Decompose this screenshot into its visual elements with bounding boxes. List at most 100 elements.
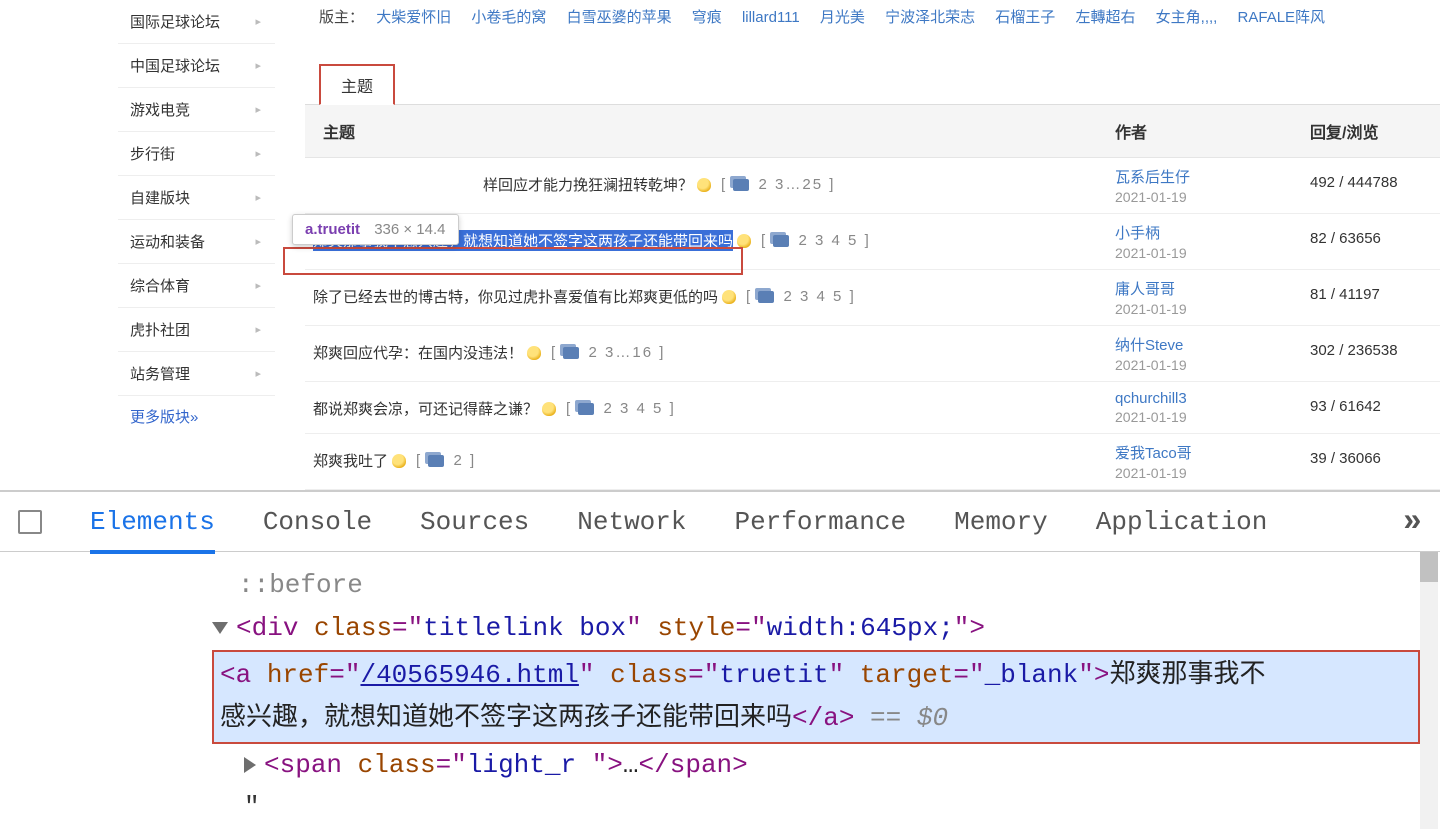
devtools-tab-network[interactable]: Network bbox=[577, 507, 686, 554]
author-link[interactable]: 庸人哥哥 bbox=[1115, 281, 1175, 298]
author-link[interactable]: 小手柄 bbox=[1115, 225, 1160, 242]
page-links[interactable]: [ 2 3…25 ] bbox=[721, 176, 835, 193]
tab-topics[interactable]: 主题 bbox=[319, 64, 395, 105]
moderators-bar: 版主： 大柴爱怀旧 小卷毛的窝 白雪巫婆的苹果 穹痕 lillard111 月光… bbox=[305, 0, 1440, 37]
mod-link[interactable]: lillard111 bbox=[742, 9, 800, 26]
sidebar-item-label: 自建版块 bbox=[130, 187, 190, 208]
author-link[interactable]: 瓦系后生仔 bbox=[1115, 169, 1190, 186]
page-links[interactable]: [ 2 ] bbox=[416, 452, 476, 469]
chevron-right-icon: ▸ bbox=[255, 279, 261, 292]
topic-title-link[interactable]: 样回应才能力挽狂澜扭转乾坤？ bbox=[483, 174, 693, 195]
pages-icon bbox=[563, 347, 579, 359]
sidebar-item-label: 综合体育 bbox=[130, 275, 190, 296]
sidebar-item-label: 虎扑社团 bbox=[130, 319, 190, 340]
post-date: 2021-01-19 bbox=[1115, 465, 1310, 481]
mod-link[interactable]: 石榴王子 bbox=[995, 9, 1055, 26]
author-link[interactable]: 爱我Taco哥 bbox=[1115, 445, 1192, 462]
lightbulb-icon bbox=[737, 234, 751, 248]
topics-table: 主题 作者 回复/浏览 样回应才能力挽狂澜扭转乾坤？ [ 2 3…25 ] 瓦系… bbox=[305, 104, 1440, 490]
dom-node-selected[interactable]: <a href="/40565946.html" class="truetit"… bbox=[212, 650, 1420, 744]
devtools-dom-tree[interactable]: ::before <div class="titlelink box" styl… bbox=[0, 552, 1440, 829]
author-link[interactable]: 纳什Steve bbox=[1115, 337, 1183, 354]
devtools-tab-sources[interactable]: Sources bbox=[420, 507, 529, 554]
topic-title-link[interactable]: 郑爽回应代孕：在国内没违法！ bbox=[313, 342, 523, 363]
sidebar-item-label: 中国足球论坛 bbox=[130, 55, 220, 76]
devtools-tab-performance[interactable]: Performance bbox=[734, 507, 906, 554]
sidebar-item[interactable]: 运动和装备 ▸ bbox=[118, 220, 275, 264]
sidebar-item[interactable]: 综合体育 ▸ bbox=[118, 264, 275, 308]
sidebar-item-label: 游戏电竞 bbox=[130, 99, 190, 120]
lightbulb-icon bbox=[542, 402, 556, 416]
lightbulb-icon bbox=[527, 346, 541, 360]
sidebar-item[interactable]: 步行街▸ bbox=[118, 132, 275, 176]
table-header: 主题 作者 回复/浏览 bbox=[305, 105, 1440, 158]
sidebar-more-link[interactable]: 更多版块» bbox=[118, 396, 275, 437]
mod-link[interactable]: 穹痕 bbox=[692, 9, 722, 26]
sidebar-item[interactable]: 国际足球论坛 ▸ bbox=[118, 0, 275, 44]
mod-link[interactable]: 左轉超右 bbox=[1075, 9, 1135, 26]
mod-link[interactable]: 大柴爱怀旧 bbox=[376, 9, 451, 26]
dom-node[interactable]: <div class="titlelink box" style="width:… bbox=[180, 607, 1420, 650]
dom-node[interactable]: <span class="light_r ">…</span> bbox=[180, 744, 1420, 787]
table-row: 除了已经去世的博古特，你见过虎扑喜爱值有比郑爽更低的吗 [ 2 3 4 5 ] … bbox=[305, 270, 1440, 326]
pages-icon bbox=[578, 403, 594, 415]
pages-icon bbox=[733, 179, 749, 191]
tooltip-dimensions: 336 × 14.4 bbox=[374, 221, 445, 238]
devtools-tab-elements[interactable]: Elements bbox=[90, 507, 215, 554]
sidebar-item[interactable]: 站务管理▸ bbox=[118, 352, 275, 396]
sidebar-item[interactable]: 虎扑社团▸ bbox=[118, 308, 275, 352]
sidebar-item-label: 站务管理 bbox=[130, 363, 190, 384]
chevron-right-icon: ▸ bbox=[255, 15, 261, 28]
mod-link[interactable]: 宁波泽北荣志 bbox=[885, 9, 975, 26]
table-row: 都说郑爽会凉，可还记得薛之谦？ [ 2 3 4 5 ] qchurchill32… bbox=[305, 382, 1440, 434]
sidebar-item[interactable]: 自建版块▸ bbox=[118, 176, 275, 220]
inspect-element-icon[interactable] bbox=[18, 510, 42, 534]
mod-link[interactable]: 小卷毛的窝 bbox=[471, 9, 546, 26]
pages-icon bbox=[773, 235, 789, 247]
post-date: 2021-01-19 bbox=[1115, 245, 1310, 261]
table-row: 样回应才能力挽狂澜扭转乾坤？ [ 2 3…25 ] 瓦系后生仔 2021-01-1… bbox=[305, 158, 1440, 214]
page-links[interactable]: [ 2 3 4 5 ] bbox=[746, 288, 856, 305]
expand-triangle-icon[interactable] bbox=[212, 622, 228, 634]
collapse-triangle-icon[interactable] bbox=[244, 757, 256, 773]
devtools-tab-memory[interactable]: Memory bbox=[954, 507, 1048, 554]
reply-count: 302 / 236538 bbox=[1310, 334, 1440, 359]
topic-title-link[interactable]: 都说郑爽会凉，可还记得薛之谦？ bbox=[313, 398, 538, 419]
post-date: 2021-01-19 bbox=[1115, 189, 1310, 205]
devtools-tab-application[interactable]: Application bbox=[1096, 507, 1268, 554]
inspect-tooltip: a.truetit 336 × 14.4 bbox=[292, 214, 459, 245]
tooltip-selector: a.truetit bbox=[305, 221, 360, 238]
chevron-right-icon: ▸ bbox=[255, 235, 261, 248]
sidebar-item-label: 运动和装备 bbox=[130, 231, 205, 252]
page-links[interactable]: [ 2 3 4 5 ] bbox=[566, 400, 676, 417]
author-link[interactable]: qchurchill3 bbox=[1115, 390, 1187, 407]
lightbulb-icon bbox=[722, 290, 736, 304]
topic-title-link[interactable]: 除了已经去世的博古特，你见过虎扑喜爱值有比郑爽更低的吗 bbox=[313, 286, 718, 307]
mod-link[interactable]: 女主角,,,, bbox=[1156, 9, 1218, 26]
devtools-more-icon[interactable]: » bbox=[1403, 503, 1422, 540]
main-content: 版主： 大柴爱怀旧 小卷毛的窝 白雪巫婆的苹果 穹痕 lillard111 月光… bbox=[275, 0, 1440, 490]
devtools-tab-console[interactable]: Console bbox=[263, 507, 372, 554]
mod-link[interactable]: RAFALE阵风 bbox=[1238, 9, 1326, 26]
pages-icon bbox=[428, 455, 444, 467]
mod-link[interactable]: 白雪巫婆的苹果 bbox=[567, 9, 672, 26]
sidebar: 国际足球论坛▸ 中国足球论坛▸ 游戏电竞▸ 步行街▸ 自建版块▸ 运动和装备▸ … bbox=[0, 0, 275, 490]
col-title: 主题 bbox=[305, 119, 1115, 143]
scrollbar-thumb[interactable] bbox=[1420, 552, 1438, 582]
table-row: 郑爽我吐了 [ 2 ] 爱我Taco哥2021-01-19 39 / 36066 bbox=[305, 434, 1440, 490]
sidebar-item[interactable]: 中国足球论坛▸ bbox=[118, 44, 275, 88]
sidebar-item-label: 步行街 bbox=[130, 143, 175, 164]
pages-icon bbox=[758, 291, 774, 303]
table-row: 郑爽那事我不感兴趣，就想知道她不签字这两孩子还能带回来吗 [ 2 3 4 5 ]… bbox=[305, 214, 1440, 270]
mod-link[interactable]: 月光美 bbox=[820, 9, 865, 26]
scrollbar[interactable] bbox=[1420, 552, 1438, 829]
post-date: 2021-01-19 bbox=[1115, 301, 1310, 317]
col-reply: 回复/浏览 bbox=[1310, 119, 1440, 143]
page-links[interactable]: [ 2 3…16 ] bbox=[551, 344, 665, 361]
sidebar-item-label: 国际足球论坛 bbox=[130, 11, 220, 32]
topic-title-link[interactable]: 郑爽我吐了 bbox=[313, 450, 388, 471]
sidebar-item[interactable]: 游戏电竞▸ bbox=[118, 88, 275, 132]
reply-count: 82 / 63656 bbox=[1310, 222, 1440, 247]
page-links[interactable]: [ 2 3 4 5 ] bbox=[761, 232, 871, 249]
post-date: 2021-01-19 bbox=[1115, 357, 1310, 373]
